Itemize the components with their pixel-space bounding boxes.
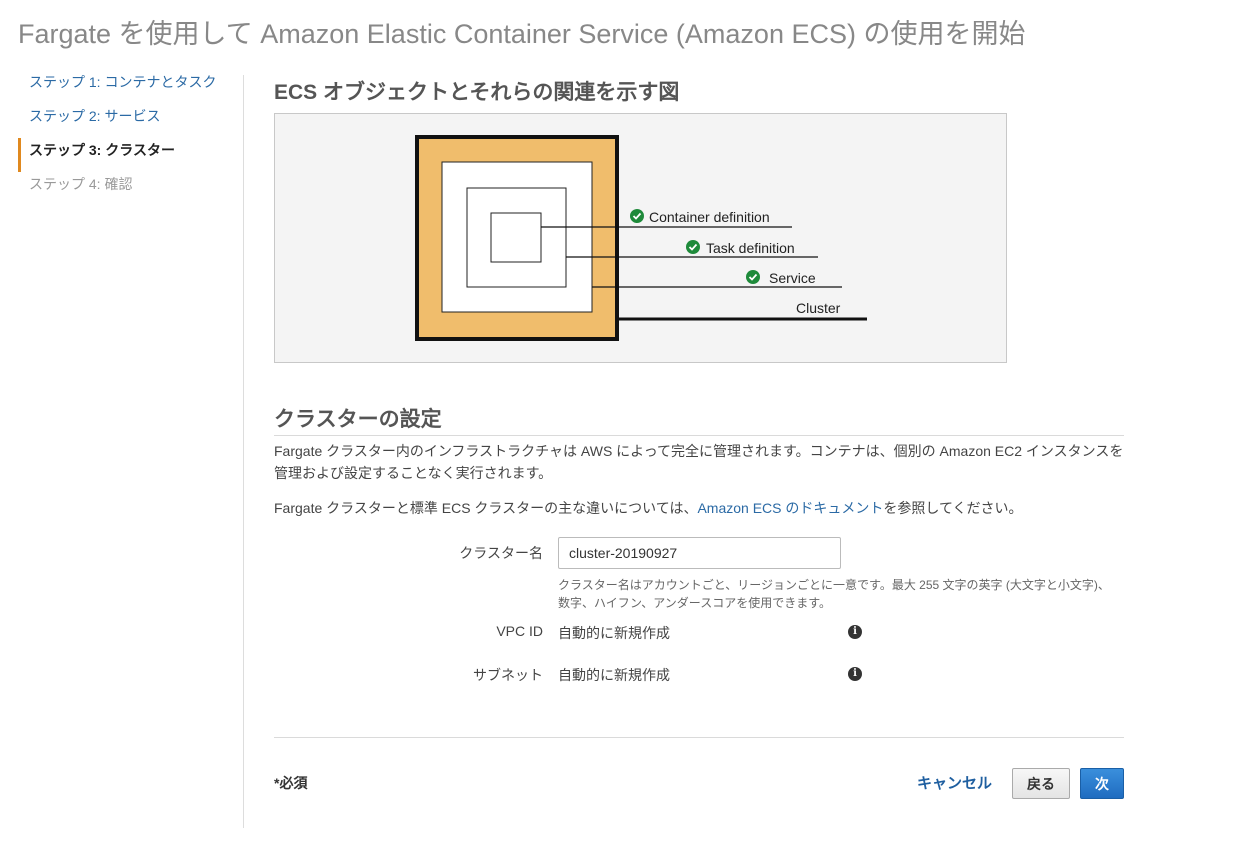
footer-divider [274,737,1124,738]
difference-note-prefix: Fargate クラスターと標準 ECS クラスターの主な違いについては、 [274,500,698,516]
step-2-link[interactable]: ステップ 2: サービス [18,104,240,138]
difference-note-suffix: を参照してください。 [883,500,1023,516]
cluster-settings-title: クラスターの設定 [274,408,442,431]
cluster-description: Fargate クラスター内のインフラストラクチャは AWS によって完全に管理… [274,443,1124,481]
cluster-name-help-line-1: クラスター名はアカウントごと、リージョンごとに一意です。最大 255 文字の英字… [558,578,1110,592]
diagram-title: ECS オブジェクトとそれらの関連を示す図 [274,81,680,104]
section-divider [274,435,1124,436]
ecs-diagram-graphic [415,135,867,341]
container-box [490,212,542,263]
cluster-name-input[interactable] [558,537,841,569]
cluster-name-label: クラスター名 [459,545,543,561]
cluster-label: Cluster [796,300,841,316]
sidebar-divider [243,75,244,828]
container-definition-label: Container definition [649,209,770,225]
cancel-link[interactable]: キャンセル [917,772,992,793]
task-definition-label: Task definition [706,240,795,256]
required-note: *必須 [274,775,308,791]
cluster-difference-note: Fargate クラスターと標準 ECS クラスターの主な違いについては、Ama… [274,497,1124,519]
next-button[interactable]: 次 [1080,768,1124,799]
ecs-documentation-link[interactable]: Amazon ECS のドキュメント [697,500,883,516]
service-label: Service [769,270,816,286]
check-circle-icon [686,240,700,254]
cluster-name-help: クラスター名はアカウントごと、リージョンごとに一意です。最大 255 文字の英字… [558,576,1118,612]
check-circle-icon [630,209,644,223]
back-button[interactable]: 戻る [1012,768,1070,799]
page-title: Fargate を使用して Amazon Elastic Container S… [18,19,1026,49]
step-3-current: ステップ 3: クラスター [18,138,240,172]
ecs-diagram: Container definition Task definition Ser… [274,113,1007,363]
subnet-value: 自動的に新規作成 [558,667,670,683]
vpc-id-label: VPC ID [496,623,543,639]
step-4-disabled: ステップ 4: 確認 [29,176,133,192]
cluster-name-help-line-2: 数字、ハイフン、アンダースコアを使用できます。 [558,596,832,610]
subnet-label: サブネット [473,667,543,683]
check-circle-icon [746,270,760,284]
subnet-info-icon[interactable]: i [848,667,862,681]
wizard-steps: ステップ 1: コンテナとタスク ステップ 2: サービス ステップ 3: クラ… [18,70,240,206]
vpc-info-icon[interactable]: i [848,625,862,639]
vpc-id-value: 自動的に新規作成 [558,625,670,641]
step-1-link[interactable]: ステップ 1: コンテナとタスク [18,70,240,104]
